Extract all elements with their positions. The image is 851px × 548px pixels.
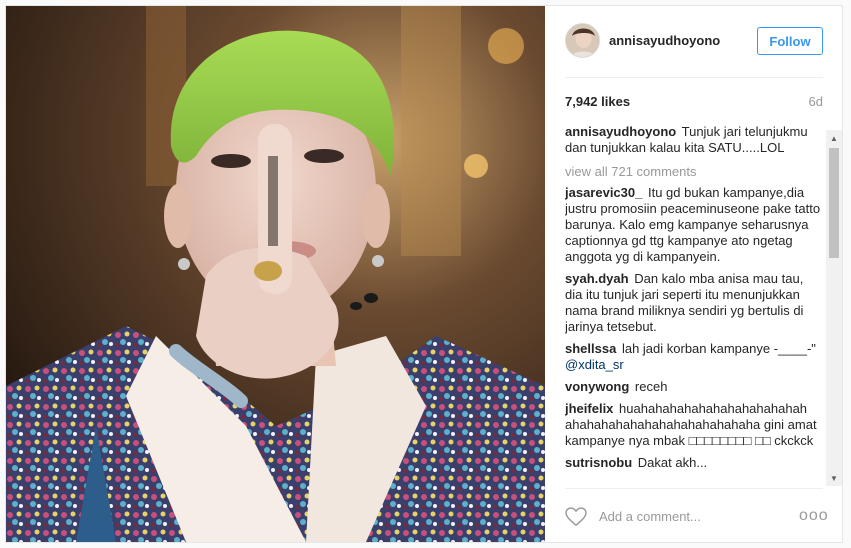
comment-text: receh [634,379,668,394]
post-photo[interactable] [6,6,545,542]
caption-author[interactable]: annisayudhoyono [565,124,676,139]
comment-author[interactable]: shellssa [565,341,616,356]
view-all-comments-link[interactable]: view all 721 comments [565,164,823,179]
comment-mention[interactable]: @xdita_sr [565,357,624,372]
comments-list[interactable]: annisayudhoyono Tunjuk jari telunjukmu d… [565,124,823,484]
scroll-up-arrow-icon[interactable]: ▲ [826,130,842,146]
post-card: annisayudhoyono Follow 7,942 likes 6d an… [5,5,843,543]
comments-scrollbar[interactable]: ▲ ▼ [826,130,842,486]
post-age[interactable]: 6d [809,94,823,109]
comment-author[interactable]: sutrisnobu [565,455,632,470]
post-photo-illustration [6,6,545,542]
follow-button[interactable]: Follow [757,27,823,55]
comment-author[interactable]: jasarevic30_ [565,185,642,200]
likes-count[interactable]: 7,942 likes [565,94,630,109]
comment-text: lah jadi korban kampanye -____-" [621,341,816,356]
comment-item: sutrisnobu Dakat akh... [565,455,823,471]
comment-author[interactable]: vonywong [565,379,629,394]
likes-row: 7,942 likes 6d [565,92,823,112]
comment-item: jheifelix huahahahahahahahahahahahah aha… [565,401,823,449]
add-comment-input[interactable] [599,504,789,528]
heart-icon[interactable] [565,507,587,527]
post-footer: ooo [565,488,828,542]
avatar[interactable] [565,23,600,58]
comment-item: shellssa lah jadi korban kampanye -____-… [565,341,823,373]
scroll-down-arrow-icon[interactable]: ▼ [826,470,842,486]
comment-item: jasarevic30_ Itu gd bukan kampanye,dia j… [565,185,823,265]
post-side-panel: annisayudhoyono Follow 7,942 likes 6d an… [545,6,842,542]
comment-author[interactable]: syah.dyah [565,271,629,286]
post-header: annisayudhoyono Follow [565,6,823,78]
comment-author[interactable]: jheifelix [565,401,613,416]
comment-item: vonywong receh [565,379,823,395]
comment-text: Dakat akh... [637,455,708,470]
post-username[interactable]: annisayudhoyono [609,33,720,48]
avatar-image [566,24,599,57]
more-options-icon[interactable]: ooo [799,508,828,524]
comment-item: syah.dyah Dan kalo mba anisa mau tau, di… [565,271,823,335]
caption: annisayudhoyono Tunjuk jari telunjukmu d… [565,124,823,156]
instagram-post-window: annisayudhoyono Follow 7,942 likes 6d an… [0,0,851,548]
scroll-thumb[interactable] [829,148,839,258]
